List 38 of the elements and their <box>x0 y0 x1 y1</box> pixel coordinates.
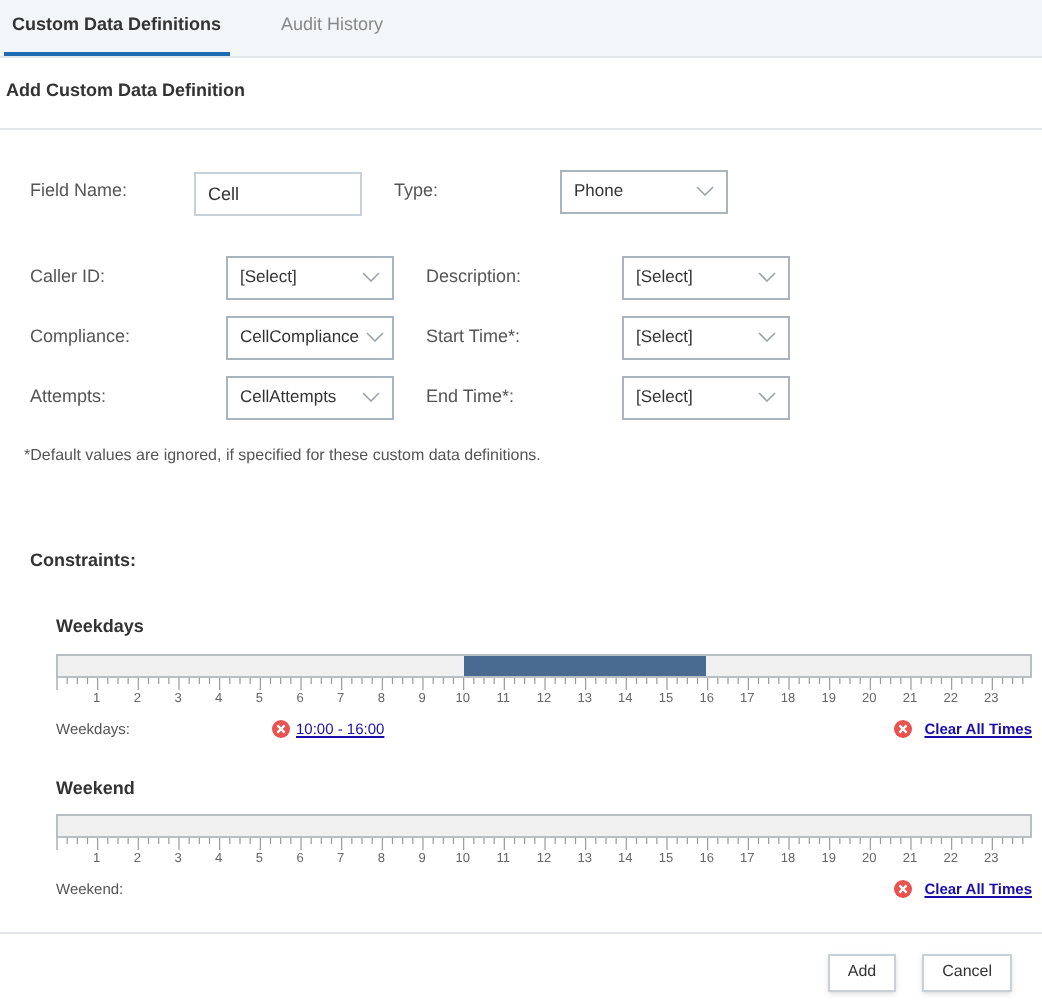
selected-time-block[interactable] <box>463 655 504 675</box>
chevron-down-icon <box>696 186 714 196</box>
chevron-down-icon <box>365 332 384 342</box>
time-track[interactable] <box>56 653 1032 677</box>
select-dropdown[interactable]: Phone <box>560 169 728 213</box>
note-text: *Default values are ignored, if specified for these custom data definitions. <box>22 443 543 467</box>
field-label: Field Name: <box>30 177 130 204</box>
chevron-down-icon <box>758 332 776 342</box>
section-title: Weekdays <box>56 614 146 640</box>
remove-icon[interactable] <box>272 719 290 738</box>
action-button[interactable]: Add <box>827 953 897 991</box>
field-label: Compliance: <box>30 323 133 350</box>
select-dropdown[interactable]: [Select] <box>622 375 790 419</box>
select-dropdown[interactable]: [Select] <box>622 315 790 359</box>
action-button[interactable]: Cancel <box>922 953 1012 991</box>
select-dropdown[interactable]: CellCompliance <box>226 315 394 359</box>
remove-icon[interactable] <box>894 719 913 738</box>
field-label: End Time*: <box>426 383 517 410</box>
text-field[interactable]: Cell <box>194 171 362 215</box>
chevron-down-icon <box>362 272 380 282</box>
field-label: Caller ID: <box>30 263 108 290</box>
select-dropdown[interactable]: [Select] <box>226 255 394 299</box>
section-heading: Constraints: <box>28 547 139 573</box>
remove-icon[interactable] <box>894 880 913 899</box>
select-dropdown[interactable]: CellAttempts <box>226 375 394 419</box>
field-label: Attempts: <box>30 383 109 410</box>
field-label: Start Time*: <box>426 323 523 350</box>
chevron-down-icon <box>758 272 776 282</box>
tab[interactable]: Custom Data Definitions <box>4 0 230 56</box>
time-track[interactable] <box>56 814 1032 839</box>
page-heading: Add Custom Data Definition <box>0 58 1042 129</box>
selected-time-block[interactable] <box>665 655 706 675</box>
select-dropdown[interactable]: [Select] <box>622 255 790 299</box>
chevron-down-icon <box>362 392 380 402</box>
chevron-down-icon <box>758 392 776 402</box>
field-label: Type: <box>394 177 441 204</box>
section-title: Weekend <box>56 775 137 802</box>
field-label: Description: <box>426 263 524 290</box>
